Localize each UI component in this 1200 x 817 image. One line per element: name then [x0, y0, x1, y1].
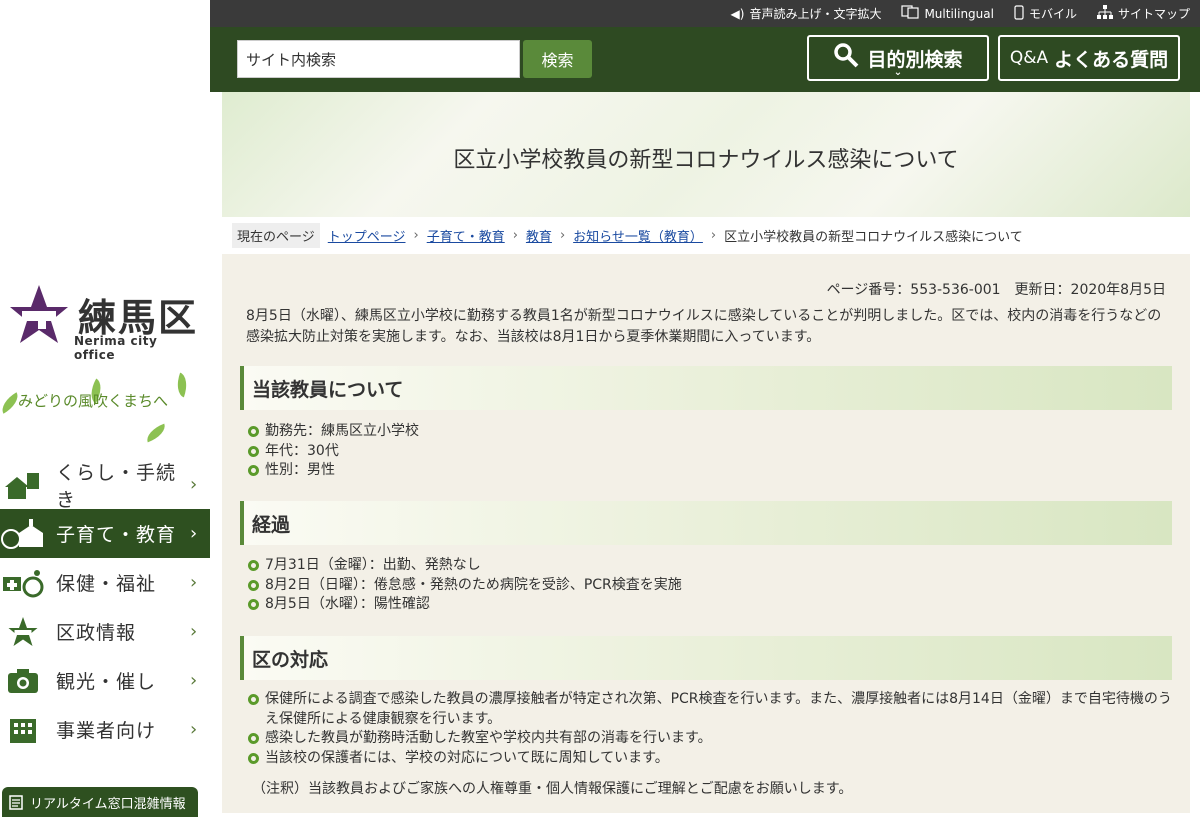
nav-item-health[interactable]: 保健・福祉 ›	[0, 558, 210, 607]
nav-item-tourism[interactable]: 観光・催し ›	[0, 656, 210, 705]
leaf-icon	[172, 372, 192, 398]
list-item: 性別：男性	[248, 461, 1173, 481]
list-item: 当該校の保護者には、学校の対応について既に周知しています。	[248, 749, 1173, 769]
chevron-right-icon: ›	[190, 474, 198, 495]
speaker-icon: ◀)	[730, 6, 745, 21]
nav-label: 観光・催し	[56, 671, 157, 693]
school-icon	[0, 516, 46, 552]
breadcrumb-link[interactable]: 教育	[526, 226, 552, 245]
breadcrumb-link[interactable]: トップページ	[328, 226, 406, 245]
section-heading: 経過	[240, 501, 1172, 545]
slogan-text: みどりの風吹くまちへ	[18, 392, 169, 410]
header-bar: 検索 目的別検索 ⌄ Q&A よくある質問	[210, 27, 1200, 92]
document-icon	[9, 795, 23, 810]
city-emblem-icon	[0, 614, 46, 650]
faq-label: よくある質問	[1054, 48, 1169, 71]
section-heading: 区の対応	[240, 636, 1172, 680]
nav-item-business[interactable]: 事業者向け ›	[0, 705, 210, 754]
list-item: 8月5日（水曜）：陽性確認	[248, 595, 1173, 615]
realtime-label: リアルタイム窓口混雑情報	[30, 796, 186, 812]
list-item: 勤務先：練馬区立小学校	[248, 422, 1173, 442]
nav-label: くらし・手続き	[56, 461, 177, 511]
breadcrumb-link[interactable]: お知らせ一覧（教育）	[573, 226, 703, 245]
translate-icon	[901, 5, 920, 22]
speech-zoom-link[interactable]: ◀) 音声読み上げ・文字拡大	[731, 5, 882, 22]
nerima-emblem-icon	[10, 285, 68, 343]
search-button[interactable]: 検索	[523, 40, 592, 78]
section-list: 保健所による調査で感染した教員の濃厚接触者が特定され次第、PCR検査を行います。…	[248, 690, 1173, 768]
nav-label: 事業者向け	[56, 720, 157, 742]
list-item: 年代：30代	[248, 442, 1173, 462]
nav-item-childcare[interactable]: 子育て・教育 ›	[0, 509, 210, 558]
breadcrumb-separator: ›	[413, 228, 419, 243]
wheelchair-icon	[0, 565, 46, 601]
breadcrumb-link[interactable]: 子育て・教育	[427, 226, 505, 245]
intro-paragraph: 8月5日（水曜）、練馬区立小学校に勤務する教員1名が新型コロナウイルスに感染して…	[246, 308, 1162, 345]
section-list: 勤務先：練馬区立小学校 年代：30代 性別：男性	[248, 422, 1173, 481]
list-item: 感染した教員が勤務時活動した教室や学校内共有部の消毒を行います。	[248, 729, 1173, 749]
section-list: 7月31日（金曜）：出勤、発熱なし 8月2日（日曜）：倦怠感・発熱のため病院を受…	[248, 556, 1173, 615]
util-label: モバイル	[1028, 7, 1077, 21]
nav-item-government[interactable]: 区政情報 ›	[0, 607, 210, 656]
breadcrumb-current: 区立小学校教員の新型コロナウイルス感染について	[724, 230, 1023, 245]
breadcrumb-separator: ›	[512, 228, 518, 243]
site-search-input[interactable]	[237, 40, 520, 78]
util-label: 音声読み上げ・文字拡大	[749, 7, 882, 21]
list-item: 保健所による調査で感染した教員の濃厚接触者が特定され次第、PCR検査を行います。…	[248, 690, 1173, 729]
page-meta: ページ番号：553-536-001 更新日：2020年8月5日	[826, 282, 1166, 298]
faq-prefix: Q&A	[1009, 48, 1049, 68]
nerima-logo[interactable]: 練馬区 Nerima city office	[8, 283, 198, 362]
chevron-down-icon: ⌄	[893, 67, 903, 78]
multilingual-link[interactable]: Multilingual	[901, 5, 994, 22]
chevron-right-icon: ›	[190, 523, 198, 544]
section-heading: 当該教員について	[240, 366, 1172, 410]
list-item: 8月2日（日曜）：倦怠感・発熱のため病院を受診、PCR検査を実施	[248, 576, 1173, 596]
faq-button[interactable]: Q&A よくある質問	[998, 35, 1180, 81]
sidebar: 練馬区 Nerima city office みどりの風吹くまちへ くらし・手続…	[0, 0, 210, 817]
sitemap-link[interactable]: サイトマップ	[1096, 5, 1190, 22]
purpose-search-label: 目的別検索	[867, 48, 963, 71]
list-item: 7月31日（金曜）：出勤、発熱なし	[248, 556, 1173, 576]
breadcrumb: 現在のページ トップページ › 子育て・教育 › 教育 › お知らせ一覧（教育）…	[222, 217, 1190, 254]
nav-item-living[interactable]: くらし・手続き ›	[0, 460, 210, 511]
utility-bar: ◀) 音声読み上げ・文字拡大 Multilingual モバイル サイトマップ	[210, 0, 1200, 27]
breadcrumb-label: 現在のページ	[232, 223, 320, 248]
main-nav: くらし・手続き › 子育て・教育 › 保健・福祉 › 区政情報 › 観光・催し …	[0, 460, 210, 754]
title-band: 区立小学校教員の新型コロナウイルス感染について	[222, 92, 1190, 217]
util-label: サイトマップ	[1117, 7, 1190, 21]
main-content: 区立小学校教員の新型コロナウイルス感染について 現在のページ トップページ › …	[222, 92, 1190, 813]
page-title: 区立小学校教員の新型コロナウイルス感染について	[453, 148, 959, 173]
purpose-search-button[interactable]: 目的別検索 ⌄	[807, 35, 989, 81]
chevron-right-icon: ›	[190, 719, 198, 740]
mobile-icon	[1014, 4, 1024, 23]
slogan: みどりの風吹くまちへ	[0, 372, 210, 443]
building-icon	[0, 712, 46, 748]
util-label: Multilingual	[924, 6, 994, 21]
sitemap-icon	[1096, 5, 1113, 22]
camera-icon	[0, 663, 46, 699]
nav-label: 子育て・教育	[56, 524, 177, 546]
note-text: （注釈）当該教員およびご家族への人権尊重・個人情報保護にご理解とご配慮をお願いし…	[252, 781, 853, 797]
breadcrumb-separator: ›	[559, 228, 566, 243]
search-icon	[833, 42, 859, 74]
nav-label: 区政情報	[56, 622, 137, 644]
chevron-right-icon: ›	[190, 572, 198, 593]
chevron-right-icon: ›	[190, 621, 198, 642]
leaf-icon	[143, 423, 169, 443]
nav-label: 保健・福祉	[56, 573, 157, 595]
logo-subtitle: Nerima city office	[74, 334, 158, 362]
breadcrumb-separator: ›	[710, 228, 717, 243]
mobile-link[interactable]: モバイル	[1014, 4, 1077, 23]
house-doc-icon	[0, 467, 46, 503]
chevron-right-icon: ›	[190, 670, 198, 691]
